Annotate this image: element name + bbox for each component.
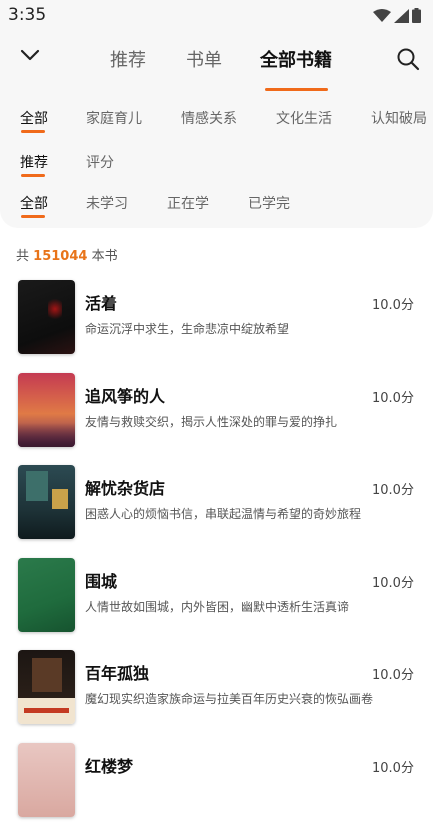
status-active-indicator bbox=[21, 215, 45, 218]
sort-filter-row: 推荐 评分 bbox=[0, 152, 433, 182]
book-cover bbox=[18, 742, 75, 817]
tab-booklist[interactable]: 书单 bbox=[186, 46, 222, 72]
list-item[interactable]: 红楼梦 10.0分 bbox=[0, 741, 433, 834]
book-cover bbox=[18, 650, 75, 725]
book-cover bbox=[18, 280, 75, 354]
count-suffix: 本书 bbox=[91, 249, 118, 264]
book-description: 命运沉浮中求生，生命悲凉中绽放希望 bbox=[85, 322, 290, 336]
status-filter-row: 全部 未学习 正在学 已学完 bbox=[0, 193, 433, 223]
status-time: 3:35 bbox=[8, 5, 47, 25]
count-value: 151044 bbox=[33, 249, 88, 264]
book-score: 10.0分 bbox=[372, 575, 414, 591]
active-tab-indicator bbox=[265, 88, 328, 91]
status-bar: 3:35 bbox=[0, 0, 433, 30]
status-not-started[interactable]: 未学习 bbox=[86, 193, 128, 213]
book-title: 红楼梦 bbox=[85, 756, 134, 776]
book-description: 友情与救赎交织，揭示人性深处的罪与爱的挣扎 bbox=[85, 414, 338, 429]
battery-icon bbox=[412, 8, 421, 23]
book-title: 围城 bbox=[85, 571, 118, 591]
book-score: 10.0分 bbox=[372, 390, 414, 406]
list-item[interactable]: 解忧杂货店 10.0分 困惑人心的烦恼书信，串联起温情与希望的奇妙旅程 bbox=[0, 463, 433, 556]
category-relationship[interactable]: 情感关系 bbox=[181, 108, 237, 128]
status-all[interactable]: 全部 bbox=[20, 193, 48, 213]
category-cognition[interactable]: 认知破局 bbox=[371, 108, 427, 128]
signal-icon bbox=[394, 8, 409, 23]
book-title: 追风筝的人 bbox=[85, 386, 166, 406]
book-title: 百年孤独 bbox=[85, 664, 150, 684]
tab-recommend[interactable]: 推荐 bbox=[110, 46, 146, 72]
book-title: 解忧杂货店 bbox=[85, 479, 166, 499]
search-icon[interactable] bbox=[396, 47, 420, 71]
status-icons bbox=[373, 8, 421, 23]
status-in-progress[interactable]: 正在学 bbox=[167, 193, 209, 213]
main-tabs: 推荐 书单 全部书籍 bbox=[0, 46, 433, 91]
top-panel: 推荐 书单 全部书籍 全部 家庭育儿 情感关系 文化生活 认知破局 推荐 评分 … bbox=[0, 30, 433, 228]
list-item[interactable]: 追风筝的人 10.0分 友情与救赎交织，揭示人性深处的罪与爱的挣扎 bbox=[0, 371, 433, 464]
book-score: 10.0分 bbox=[372, 483, 414, 499]
sort-active-indicator bbox=[21, 174, 45, 177]
list-item[interactable]: 百年孤独 10.0分 魔幻现实织造家族命运与拉美百年历史兴衰的恢弘画卷 bbox=[0, 648, 433, 741]
book-score: 10.0分 bbox=[372, 668, 414, 684]
book-title: 活着 bbox=[85, 294, 118, 313]
sort-rating[interactable]: 评分 bbox=[86, 152, 114, 172]
wifi-icon bbox=[373, 8, 391, 22]
category-active-indicator bbox=[21, 130, 45, 133]
sort-recommend[interactable]: 推荐 bbox=[20, 152, 48, 172]
list-item[interactable]: 围城 10.0分 人情世故如围城，内外皆困，幽默中透析生活真谛 bbox=[0, 556, 433, 649]
book-description: 魔幻现实织造家族命运与拉美百年历史兴衰的恢弘画卷 bbox=[85, 692, 374, 707]
book-cover bbox=[18, 372, 75, 447]
book-cover bbox=[18, 465, 75, 540]
status-finished[interactable]: 已学完 bbox=[248, 193, 290, 213]
category-all[interactable]: 全部 bbox=[20, 108, 48, 128]
book-score: 10.0分 bbox=[372, 760, 414, 776]
list-item[interactable]: 活着 10.0分 命运沉浮中求生，生命悲凉中绽放希望 bbox=[0, 278, 433, 371]
count-prefix: 共 bbox=[16, 249, 30, 264]
book-cover bbox=[18, 557, 75, 632]
category-culture[interactable]: 文化生活 bbox=[276, 108, 332, 128]
tab-all-books[interactable]: 全部书籍 bbox=[260, 46, 332, 72]
book-score: 10.0分 bbox=[372, 298, 414, 313]
book-count: 共 151044 本书 bbox=[16, 245, 118, 264]
book-description: 人情世故如围城，内外皆困，幽默中透析生活真谛 bbox=[85, 599, 350, 614]
book-description: 困惑人心的烦恼书信，串联起温情与希望的奇妙旅程 bbox=[85, 507, 362, 522]
book-list: 活着 10.0分 命运沉浮中求生，生命悲凉中绽放希望 追风筝的人 10.0分 友… bbox=[0, 278, 433, 834]
category-filter-row: 全部 家庭育儿 情感关系 文化生活 认知破局 bbox=[0, 108, 433, 138]
category-parenting[interactable]: 家庭育儿 bbox=[86, 108, 142, 128]
